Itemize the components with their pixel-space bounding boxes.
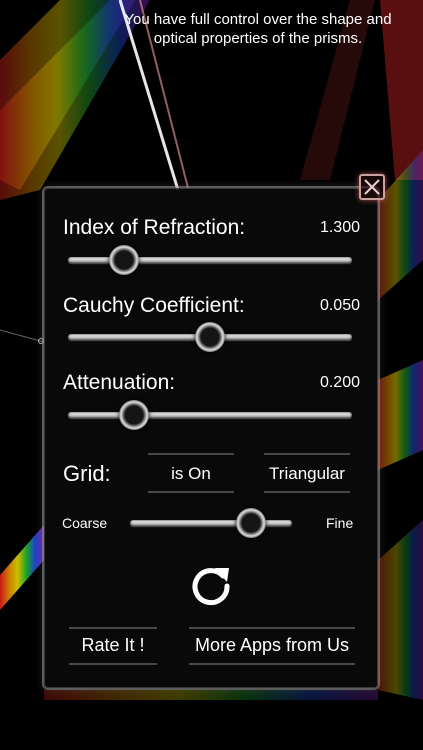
ornament-line bbox=[148, 453, 234, 455]
attenuation-slider-track[interactable] bbox=[68, 412, 352, 418]
grid-fineness-knob[interactable] bbox=[235, 508, 266, 538]
cauchy-slider-knob[interactable] bbox=[195, 322, 225, 352]
grid-state-label: is On bbox=[171, 464, 211, 483]
ornament-line bbox=[69, 627, 157, 629]
settings-panel bbox=[44, 188, 378, 688]
grid-fineness-track[interactable] bbox=[130, 520, 292, 526]
refraction-label: Index of Refraction: bbox=[63, 216, 246, 239]
attenuation-value: 0.200 bbox=[319, 374, 360, 391]
more-apps-button[interactable]: More Apps from Us bbox=[187, 626, 357, 666]
close-button[interactable] bbox=[359, 174, 385, 200]
grid-label: Grid: bbox=[63, 461, 111, 486]
fine-label: Fine bbox=[326, 515, 354, 531]
ornament-line bbox=[264, 491, 350, 493]
cauchy-label: Cauchy Coefficient: bbox=[63, 294, 245, 317]
refresh-icon bbox=[192, 568, 230, 606]
ornament-line bbox=[148, 491, 234, 493]
more-apps-label: More Apps from Us bbox=[194, 635, 350, 655]
attenuation-slider-knob[interactable] bbox=[118, 400, 149, 430]
grid-toggle-button[interactable]: is On bbox=[146, 452, 236, 494]
ornament-line bbox=[189, 663, 355, 665]
attenuation-label: Attenuation: bbox=[63, 371, 176, 394]
cauchy-value: 0.050 bbox=[319, 297, 360, 314]
refraction-value: 1.300 bbox=[319, 219, 360, 236]
coarse-label: Coarse bbox=[62, 515, 108, 531]
ornament-line bbox=[264, 453, 350, 455]
rate-it-button[interactable]: Rate It ! bbox=[67, 626, 159, 666]
ornament-line bbox=[189, 627, 355, 629]
rate-it-label: Rate It ! bbox=[81, 635, 145, 655]
refraction-slider-knob[interactable] bbox=[108, 245, 139, 275]
ornament-line bbox=[69, 663, 157, 665]
grid-type-button[interactable]: Triangular bbox=[262, 452, 352, 494]
close-icon bbox=[364, 179, 380, 195]
reset-button[interactable] bbox=[187, 560, 235, 608]
grid-type-label: Triangular bbox=[269, 464, 345, 483]
caption-text: You have full control over the shape and… bbox=[124, 11, 392, 47]
